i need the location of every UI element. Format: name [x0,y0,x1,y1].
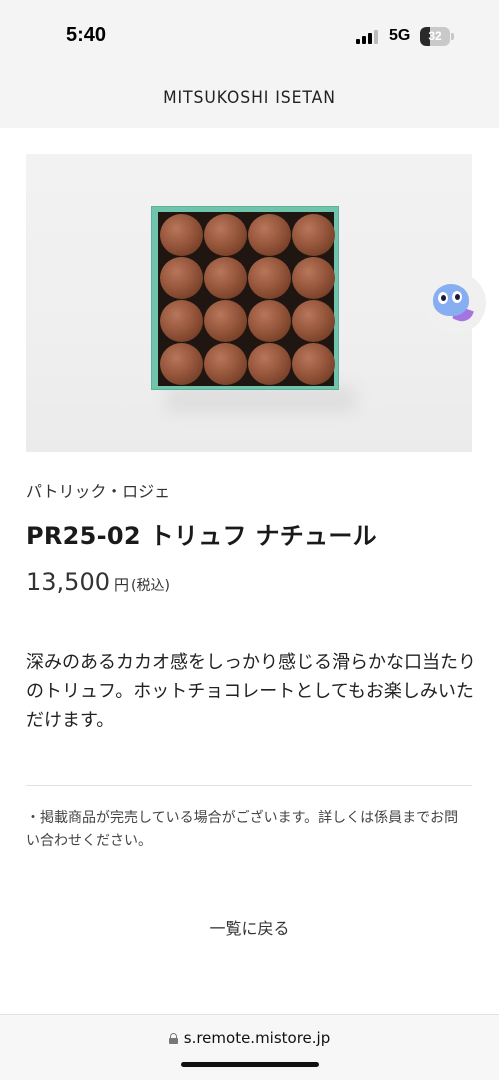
truffle [204,300,247,342]
truffle [292,343,335,385]
url-display[interactable]: s.remote.mistore.jp [0,1029,499,1047]
truffle [248,300,291,342]
lock-icon [168,1033,178,1044]
status-bar: 5:40 5G 32 [0,0,499,76]
truffle [204,343,247,385]
divider [26,785,472,786]
home-indicator[interactable] [181,1062,319,1067]
truffle [248,214,291,256]
chat-mascot-icon[interactable] [424,272,486,334]
truffle [160,300,203,342]
truffle [248,257,291,299]
truffle [160,214,203,256]
product-brand-name: パトリック・ロジェ [26,482,171,501]
truffle [292,300,335,342]
price-unit: 円 [113,576,129,594]
truffle [292,214,335,256]
battery-icon: 32 [420,27,454,46]
url-text: s.remote.mistore.jp [183,1029,331,1047]
truffle [160,257,203,299]
product-title: PR25-02 トリュフ ナチュール [26,522,377,550]
price-row: 13,500 円 (税込) [26,568,170,596]
truffle [160,343,203,385]
battery-level: 32 [428,29,442,43]
status-time: 5:40 [66,24,107,46]
gift-box [151,206,339,390]
brand-logo[interactable]: MITSUKOSHI ISETAN [20,88,479,108]
product-description: 深みのあるカカオ感をしっかり感じる滑らかな口当たりのトリュフ。ホットチョコレート… [26,652,476,731]
site-header: MITSUKOSHI ISETAN [0,76,499,128]
back-to-list-link[interactable]: 一覧に戻る [0,915,499,939]
cellular-signal-icon [356,30,380,44]
network-type: 5G [389,27,411,44]
browser-address-bar[interactable]: s.remote.mistore.jp [0,1014,499,1080]
truffle [204,257,247,299]
price-value: 13,500 [26,568,110,596]
truffle [292,257,335,299]
truffle [204,214,247,256]
price-tax-label: (税込) [131,578,170,594]
stock-notice: ・掲載商品が完売している場合がございます。詳しくは係員までお問い合わせください。 [26,810,459,849]
truffle [248,343,291,385]
product-image [26,154,472,452]
